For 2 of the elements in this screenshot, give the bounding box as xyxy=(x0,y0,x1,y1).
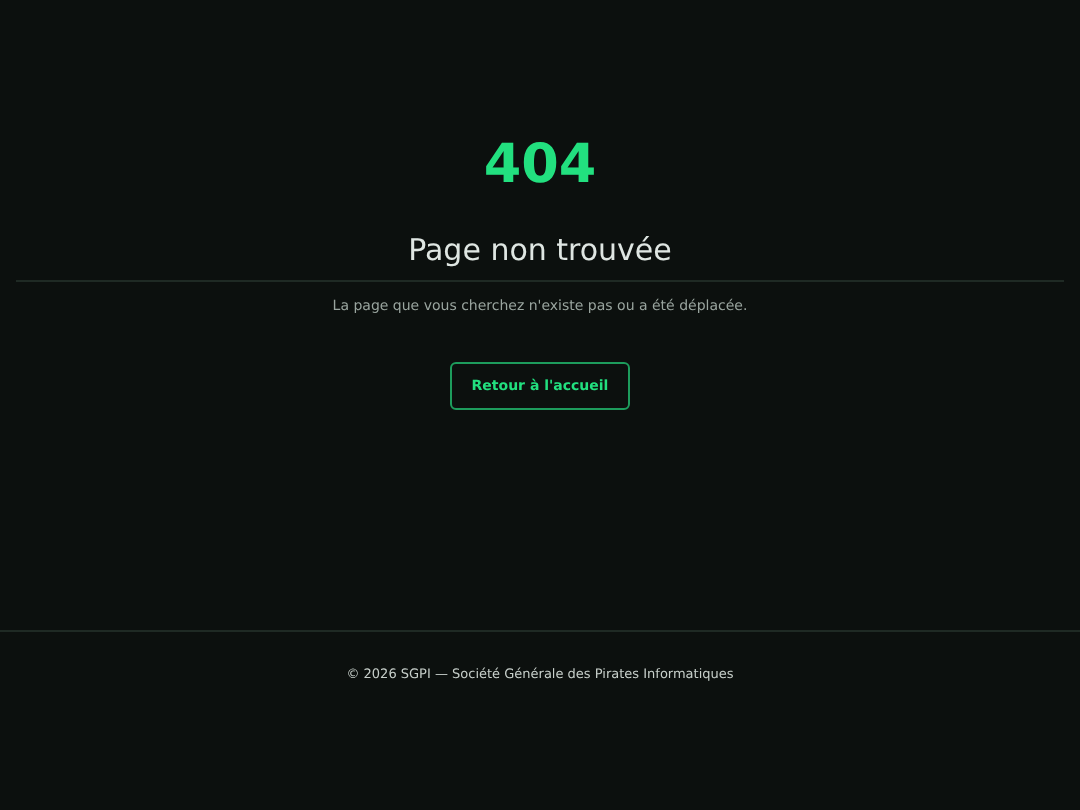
error-code: 404 xyxy=(483,132,597,200)
page-title: Page non trouvée xyxy=(408,230,672,272)
